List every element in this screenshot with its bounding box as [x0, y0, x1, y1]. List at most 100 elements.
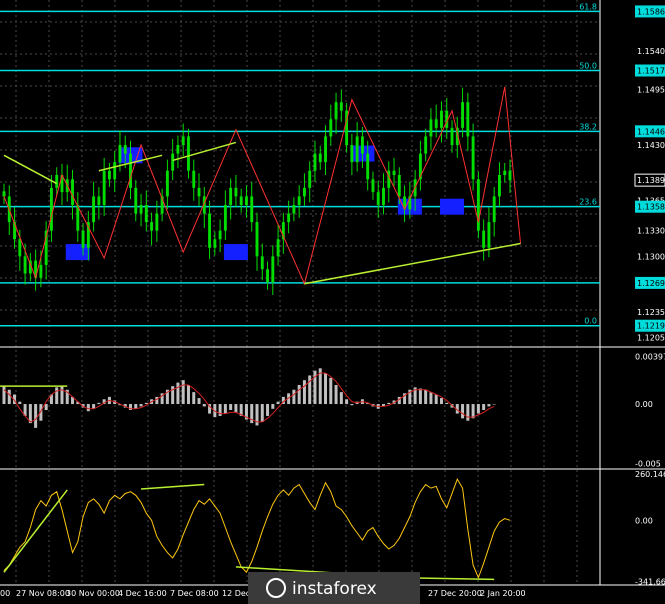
trading-chart[interactable]: 61.850.038.223.60.0 1.15861.15401.15171.…	[0, 0, 665, 604]
macd-histogram-bar	[387, 402, 391, 405]
candle-body	[71, 179, 74, 205]
candle-body	[271, 256, 275, 283]
support-trend-line	[304, 242, 521, 285]
candle-body	[176, 145, 180, 154]
signal-box	[440, 198, 465, 215]
macd-histogram-bar	[271, 404, 275, 409]
candle-body	[49, 187, 53, 231]
candle-body	[302, 187, 306, 197]
macd-histogram-bar	[197, 398, 201, 405]
macd-histogram-bar	[461, 404, 465, 419]
indicator-tick-label: -341.662	[635, 578, 665, 587]
candle-body	[181, 136, 185, 146]
fib-level-label: 0.0	[584, 317, 597, 326]
time-tick-label: 2 Jan 20:00	[480, 589, 526, 598]
macd-histogram-bar	[334, 384, 338, 405]
macd-histogram-bar	[418, 388, 422, 405]
macd-histogram-bar	[18, 401, 22, 405]
macd-histogram-bar	[424, 389, 428, 405]
time-tick-label: 12 Dec	[222, 589, 250, 598]
candle-body	[171, 153, 175, 171]
candle-body	[23, 256, 27, 274]
candle-body	[245, 196, 248, 205]
candle-body	[334, 102, 338, 120]
candle-body	[218, 230, 222, 240]
candle-body	[107, 170, 111, 180]
candle-body	[165, 170, 169, 197]
candle-body	[313, 153, 317, 171]
candle-body	[129, 153, 132, 188]
macd-histogram-bar	[476, 404, 480, 414]
candle-body	[55, 175, 59, 188]
candle-body	[39, 264, 43, 278]
candle-body	[324, 136, 327, 163]
candle-body	[297, 196, 301, 205]
macd-pane	[0, 368, 496, 428]
candle-body	[250, 196, 254, 223]
macd-histogram-bar	[439, 398, 443, 405]
candle-body	[155, 213, 159, 231]
macd-histogram-bar	[466, 404, 470, 421]
price-tick-label: 1.1269	[637, 279, 665, 288]
candle-body	[276, 239, 280, 257]
cci-pane	[3, 477, 511, 581]
fib-level-label: 23.6	[579, 198, 597, 207]
time-tick-label: 4 Dec 16:00	[118, 589, 167, 598]
macd-histogram-bar	[297, 384, 301, 405]
macd-histogram-bar	[292, 389, 296, 405]
macd-histogram-bar	[44, 404, 48, 410]
candle-body	[366, 153, 370, 180]
candle-body	[508, 170, 512, 181]
candle-body	[260, 256, 264, 270]
macd-histogram-bar	[329, 377, 333, 405]
candle-body	[234, 187, 238, 197]
candle-body	[440, 110, 443, 128]
candle-body	[360, 136, 364, 154]
candle-body	[476, 179, 480, 231]
macd-histogram-bar	[266, 404, 270, 416]
candle-body	[308, 170, 312, 188]
time-tick-label: 27 Dec 20:00	[428, 589, 482, 598]
candle-body	[208, 213, 212, 248]
macd-histogram-bar	[429, 392, 433, 405]
macd-histogram-bar	[324, 373, 328, 405]
price-pane: 61.8 50.0 38.2 23.6 0.0	[0, 2, 600, 327]
candle-body	[382, 187, 385, 205]
time-tick-label: 27 Nov 08:00	[16, 589, 70, 598]
candle-body	[139, 204, 143, 214]
candle-body	[397, 175, 401, 197]
macd-histogram-bar	[492, 404, 496, 405]
macd-histogram-bar	[186, 384, 190, 405]
candle-body	[371, 179, 375, 193]
price-tick-label: 1.1446	[637, 127, 665, 136]
macd-histogram-bar	[86, 404, 90, 412]
time-tick-label: 7 Dec 08:00	[170, 589, 219, 598]
macd-histogram-bar	[345, 399, 349, 405]
candle-body	[239, 196, 243, 205]
candle-body	[318, 153, 322, 163]
cci-line	[3, 477, 511, 579]
price-tick-label: 1.1205	[637, 334, 665, 343]
candle-body	[492, 196, 496, 223]
price-tick-label: 1.1540	[637, 47, 665, 56]
macd-histogram-bar	[234, 404, 238, 413]
macd-histogram-bar	[350, 404, 354, 406]
macd-histogram-bar	[276, 401, 280, 405]
macd-histogram-bar	[223, 404, 227, 414]
candle-body	[376, 192, 380, 205]
resistance-trend-line	[3, 154, 58, 185]
macd-histogram-bar	[218, 404, 222, 416]
fib-level-label: 61.8	[579, 2, 597, 11]
macd-histogram-bar	[202, 404, 206, 407]
macd-histogram-bar	[97, 402, 101, 405]
candle-body	[229, 187, 233, 205]
macd-histogram-bar	[339, 392, 343, 405]
candle-body	[482, 230, 486, 248]
candle-body	[339, 102, 343, 111]
candle-body	[150, 222, 154, 231]
macd-histogram-bar	[176, 382, 180, 405]
candle-body	[123, 145, 127, 154]
candle-body	[223, 204, 227, 231]
price-tick-label: 1.1235	[637, 308, 665, 317]
indicator-tick-label: 260.1469	[635, 470, 665, 479]
